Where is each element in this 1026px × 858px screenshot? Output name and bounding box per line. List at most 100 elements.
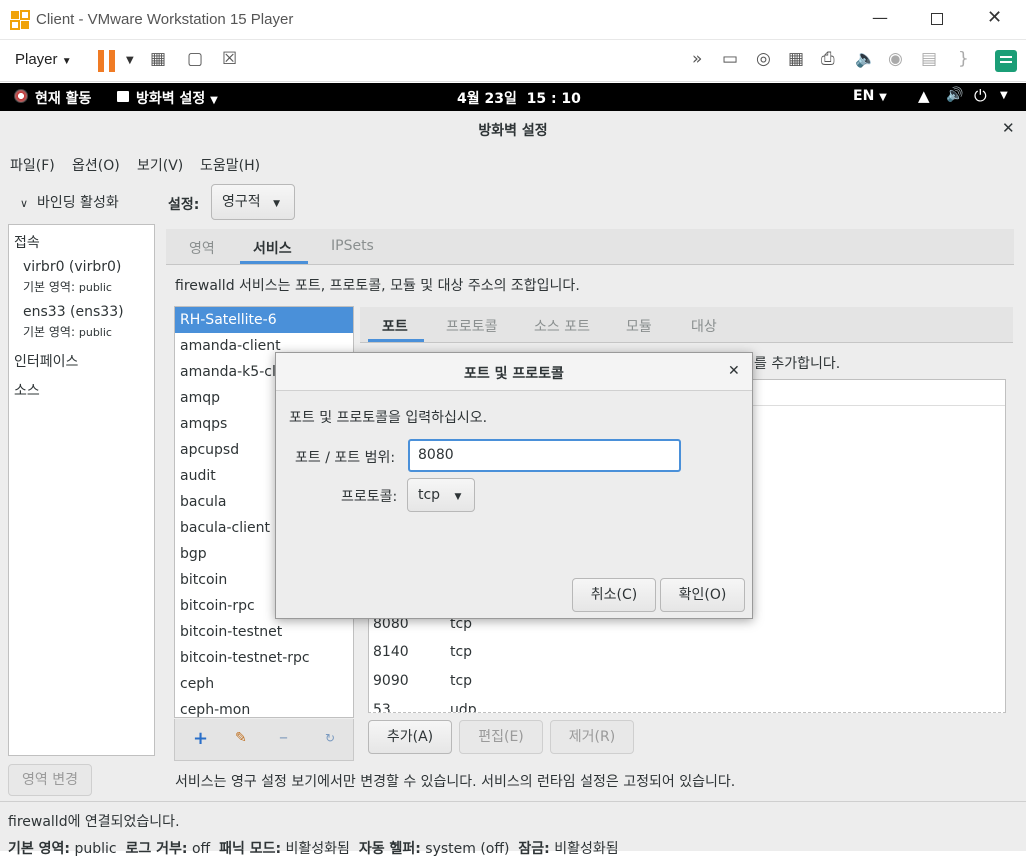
status-key: 잠금: — [518, 841, 550, 857]
status-value: system (off) — [425, 841, 510, 857]
table-row[interactable]: 8140 tcp — [373, 644, 993, 660]
port-input[interactable]: 8080 — [408, 439, 681, 472]
printer-icon[interactable]: ⎙ — [821, 49, 835, 69]
activities-button[interactable]: 현재 활동 — [35, 88, 91, 108]
gnome-top-bar: 현재 활동 방화벽 설정 ▼ 4월 23일 15 : 10 EN ▼ ▲ 🔊 ⏻… — [0, 83, 1026, 111]
proto-cell: tcp — [450, 673, 473, 689]
add-icon[interactable]: + — [193, 728, 208, 749]
subtab-ports[interactable]: 포트 — [382, 316, 408, 336]
menu-options[interactable]: 옵션(O) — [72, 155, 120, 175]
reload-icon[interactable]: ↻ — [325, 731, 335, 745]
maximize-button[interactable] — [931, 13, 943, 25]
interfaces-heading[interactable]: 인터페이스 — [14, 351, 78, 371]
close-button[interactable]: ✕ — [987, 7, 1002, 28]
subtab-protocols[interactable]: 프로토콜 — [446, 316, 498, 336]
dialog-title: 포트 및 프로토콜 — [464, 366, 564, 382]
usb-icon[interactable]: } — [958, 49, 969, 69]
subtab-modules[interactable]: 모듈 — [626, 316, 652, 336]
player-menu[interactable]: Player ▼ — [15, 51, 72, 68]
protocol-dropdown[interactable]: tcp ▼ — [407, 478, 475, 512]
fw-close-icon[interactable]: ✕ — [1002, 119, 1015, 137]
subtab-source-ports[interactable]: 소스 포트 — [534, 316, 590, 336]
binding-toggle[interactable]: ∨ 바인딩 활성화 — [20, 192, 119, 212]
network-icon[interactable]: ▲ — [918, 87, 930, 105]
unity-icon[interactable]: ☒ — [222, 49, 237, 69]
binding-label: 바인딩 활성화 — [36, 195, 119, 211]
remove-port-button[interactable]: 제거(R) — [550, 720, 634, 754]
table-row[interactable]: 53 udp — [373, 702, 993, 713]
notes-icon[interactable] — [995, 50, 1017, 72]
dialog-close-icon[interactable]: ✕ — [728, 363, 740, 379]
list-item[interactable]: RH-Satellite-6 — [175, 307, 353, 333]
language-menu[interactable]: EN ▼ — [853, 88, 887, 104]
config-dropdown[interactable]: 영구적 ▼ — [211, 184, 295, 220]
cd-icon[interactable]: ◎ — [756, 49, 771, 69]
list-item[interactable]: bitcoin-testnet-rpc — [180, 645, 352, 671]
status-key: 패닉 모드: — [219, 841, 282, 857]
chevron-down-icon: ∨ — [20, 197, 29, 210]
minimize-button[interactable]: — — [872, 8, 892, 28]
ok-button[interactable]: 확인(O) — [660, 578, 745, 612]
conn-item[interactable]: virbr0 (virbr0) 기본 영역: public — [23, 259, 121, 295]
clock[interactable]: 4월 23일 15 : 10 — [457, 88, 581, 108]
chevron-down-icon: ▼ — [61, 56, 72, 67]
sources-heading[interactable]: 소스 — [14, 380, 40, 400]
power-icon[interactable]: ⏻ — [974, 86, 987, 106]
service-name: audit — [180, 468, 216, 484]
status-value: off — [191, 841, 211, 857]
caret-down-icon: ▼ — [273, 199, 281, 209]
protocol-value: tcp — [418, 487, 441, 503]
status-value: public — [74, 841, 117, 857]
send-ctrl-alt-del-icon[interactable]: ▦ — [150, 49, 166, 69]
remove-icon[interactable]: – — [279, 727, 288, 748]
fullscreen-icon[interactable]: ▢ — [187, 49, 203, 69]
change-zone-button[interactable]: 영역 변경 — [8, 764, 92, 796]
player-label: Player — [15, 51, 58, 68]
service-name: bacula-client — [180, 520, 271, 536]
display-icon[interactable]: ▤ — [921, 49, 937, 69]
camera-icon[interactable]: ◉ — [888, 49, 903, 69]
menu-help[interactable]: 도움말(H) — [200, 155, 260, 175]
sound-icon[interactable]: 🔈 — [855, 49, 876, 69]
menu-view[interactable]: 보기(V) — [137, 155, 183, 175]
status-key: 기본 영역: — [8, 841, 70, 857]
tab-ipsets[interactable]: IPSets — [331, 238, 374, 254]
add-port-button[interactable]: 추가(A) — [368, 720, 452, 754]
caret-down-icon: ▼ — [879, 92, 887, 103]
subtab-destination[interactable]: 대상 — [691, 316, 717, 336]
app-menu-label: 방화벽 설정 — [136, 91, 206, 107]
menu-file[interactable]: 파일(F) — [10, 155, 55, 175]
volume-icon[interactable]: 🔊 — [946, 87, 963, 103]
port-dialog: 포트 및 프로토콜 ✕ 포트 및 프로토콜을 입력하십시오. 포트 / 포트 범… — [275, 352, 753, 619]
service-name: bitcoin — [180, 572, 228, 588]
port-cell: 9090 — [373, 673, 409, 689]
service-name: RH-Satellite-6 — [180, 312, 277, 328]
list-item[interactable]: ceph-mon — [180, 697, 352, 717]
fw-title: 방화벽 설정 — [478, 123, 548, 139]
proto-cell: udp — [450, 702, 477, 713]
proto-cell: tcp — [450, 644, 473, 660]
list-item[interactable]: bitcoin-testnet — [180, 619, 352, 645]
network-adapter-icon[interactable]: ▦ — [788, 49, 804, 69]
edit-port-button[interactable]: 편집(E) — [459, 720, 543, 754]
list-item[interactable]: ceph — [180, 671, 352, 697]
more-devices-icon[interactable]: » — [692, 49, 702, 69]
edit-icon[interactable]: ✎ — [235, 730, 247, 746]
hard-disk-icon[interactable]: ▭ — [722, 49, 738, 69]
chevron-down-icon[interactable]: ▼ — [126, 55, 134, 66]
caret-down-icon[interactable]: ▼ — [1000, 90, 1008, 101]
status-key: 자동 헬퍼: — [358, 841, 421, 857]
tab-services[interactable]: 서비스 — [253, 238, 292, 258]
service-name: bitcoin-testnet-rpc — [180, 650, 310, 666]
status-value: 비활성화됨 — [554, 841, 619, 857]
cancel-button[interactable]: 취소(C) — [572, 578, 656, 612]
service-name: amqp — [180, 390, 220, 406]
status-key: 로그 거부: — [125, 841, 188, 857]
app-menu-button[interactable]: 방화벽 설정 ▼ — [136, 88, 218, 108]
pause-icon[interactable] — [98, 50, 116, 72]
conn-item[interactable]: ens33 (ens33) 기본 영역: public — [23, 304, 124, 340]
table-row[interactable]: 9090 tcp — [373, 673, 993, 689]
vm-toolbar: Player ▼ ▼ ▦ ▢ ☒ » ▭ ◎ ▦ ⎙ 🔈 ◉ ▤ } — [0, 40, 1026, 82]
tab-zones[interactable]: 영역 — [189, 238, 215, 258]
zone-label: 기본 영역: — [23, 325, 76, 339]
